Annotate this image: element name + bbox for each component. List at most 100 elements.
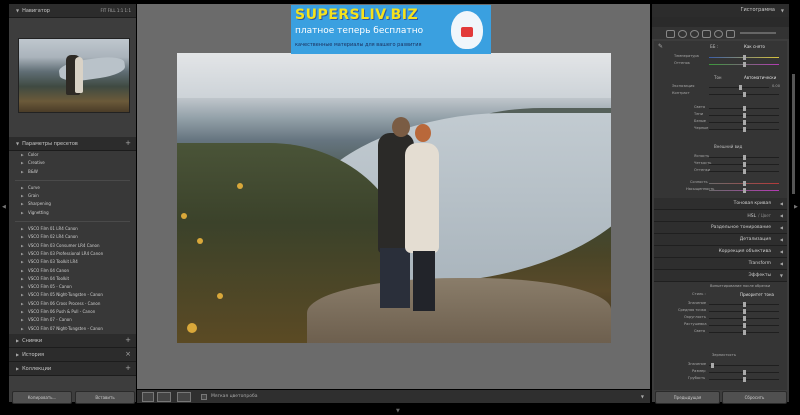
tool-strength-slider[interactable] xyxy=(740,32,776,34)
preset-item[interactable]: ▶ VSCO Film 02 LR4 Canon xyxy=(9,233,136,241)
vignette-style-select[interactable]: Приоритет тона xyxy=(740,292,774,297)
split-toning-panel-header[interactable]: Раздельное тонирование ◀ xyxy=(654,222,787,234)
preset-item[interactable]: ▶ VSCO Film 04 Toolkit xyxy=(9,275,136,283)
photo-woman-legs xyxy=(413,251,435,311)
navigator-header[interactable]: ▼ Навигатор FIT FILL 1:1 1:1 xyxy=(9,4,136,18)
presence-label: Внешний вид xyxy=(714,144,743,149)
vignette-amount-slider[interactable] xyxy=(709,302,779,307)
right-panel-scrollbar[interactable] xyxy=(792,74,795,194)
photo-sky xyxy=(177,53,611,98)
photo-leaf xyxy=(237,183,243,189)
preset-item[interactable]: ▶ VSCO Film 07 - Canon xyxy=(9,316,136,324)
photo-leaf xyxy=(187,323,197,333)
vignette-highlights-slider[interactable] xyxy=(709,330,779,335)
vignette-amount-label: Значение xyxy=(688,301,707,305)
saturation2-slider[interactable] xyxy=(709,188,779,193)
shadows-slider[interactable] xyxy=(709,113,779,118)
clarity-slider[interactable] xyxy=(709,155,779,160)
histogram-header[interactable]: Гистограмма ▼ xyxy=(652,4,789,18)
preset-item[interactable]: ▶ VSCO Film 05 - Canon xyxy=(9,283,136,291)
exposure-value[interactable]: 0.00 xyxy=(772,84,780,88)
preset-item[interactable]: ▶ VSCO Film 01 LR4 Canon xyxy=(9,225,136,233)
preset-item[interactable]: ▶ Creative xyxy=(9,159,136,167)
preset-item[interactable]: ▶ VSCO Film 06 Cross Process - Canon xyxy=(9,300,136,308)
detail-panel-header[interactable]: Детализация ◀ xyxy=(654,234,787,246)
preset-item[interactable]: ▶ Color xyxy=(9,151,136,159)
graduated-filter-icon[interactable] xyxy=(702,30,711,38)
expand-triangle-icon: ▶ xyxy=(16,352,20,357)
preset-item[interactable]: ▶ Vignetting xyxy=(9,209,136,217)
collections-header[interactable]: ▶ Коллекции + xyxy=(9,362,136,376)
copy-button[interactable]: Копировать... xyxy=(12,391,72,404)
expand-triangle-icon: ◀ xyxy=(779,249,783,254)
wb-select[interactable]: Как снято xyxy=(744,44,765,49)
vignette-roundness-label: Округлость xyxy=(684,315,706,319)
tone-curve-panel-header[interactable]: Тоновая кривая ◀ xyxy=(654,198,787,210)
previous-button[interactable]: Предыдущая xyxy=(655,391,720,404)
compare-icon[interactable] xyxy=(177,392,191,402)
clear-history-icon[interactable]: × xyxy=(125,348,131,361)
transform-panel-header[interactable]: Transform ◀ xyxy=(654,258,787,270)
grain-size-slider[interactable] xyxy=(709,370,779,375)
spot-removal-icon[interactable] xyxy=(678,30,687,38)
grain-title: Зернистость xyxy=(712,353,736,357)
vignette-midpoint-slider[interactable] xyxy=(709,309,779,314)
highlights-slider[interactable] xyxy=(709,106,779,111)
dehaze-slider[interactable] xyxy=(709,169,779,174)
lens-panel-header[interactable]: Коррекция объектива ◀ xyxy=(654,246,787,258)
whites-slider[interactable] xyxy=(709,120,779,125)
preset-item[interactable]: ▶ VSCO Film 04 Canon xyxy=(9,267,136,275)
filmstrip-toggle-icon[interactable]: ▼ xyxy=(396,408,400,414)
left-panel-toggle-icon[interactable]: ◀ xyxy=(2,204,6,210)
preset-triangle-icon: ▶ xyxy=(21,318,24,323)
preset-item[interactable]: ▶ VSCO Film 03 Professional LR4 Canon xyxy=(9,250,136,258)
vibrance-slider[interactable] xyxy=(709,162,779,167)
toolbar-menu-icon[interactable]: ▼ xyxy=(641,390,644,403)
hsl-panel-header[interactable]: HSL / Цвет ◀ xyxy=(654,210,787,222)
preset-item[interactable]: ▶ Grain xyxy=(9,192,136,200)
snapshots-header[interactable]: ▶ Снимки + xyxy=(9,334,136,348)
tone-auto-button[interactable]: Автоматически xyxy=(744,75,776,80)
eyedropper-icon[interactable]: ✎ xyxy=(658,43,663,50)
photo-preview[interactable] xyxy=(177,53,611,343)
blacks-slider[interactable] xyxy=(709,127,779,132)
navigator-thumbnail[interactable] xyxy=(18,38,130,113)
brush-icon[interactable] xyxy=(726,30,735,38)
preset-item[interactable]: ▶ VSCO Film 03 Toolkit LR4 xyxy=(9,258,136,266)
preset-item[interactable]: ▶ VSCO Film 06 Push & Pull - Canon xyxy=(9,308,136,316)
vignette-feather-slider[interactable] xyxy=(709,323,779,328)
before-after-icon[interactable] xyxy=(157,392,171,402)
exposure-slider[interactable] xyxy=(709,85,769,90)
saturation-slider[interactable] xyxy=(709,181,779,186)
navigator-zoom-options[interactable]: FIT FILL 1:1 1:1 xyxy=(100,4,131,17)
right-panel-toggle-icon[interactable]: ▶ xyxy=(794,204,798,210)
reset-button[interactable]: Сбросить xyxy=(722,391,787,404)
tint-slider[interactable] xyxy=(709,62,779,67)
preset-item[interactable]: ▶ Sharpening xyxy=(9,200,136,208)
add-preset-icon[interactable]: + xyxy=(125,137,131,150)
paste-button[interactable]: Вставить xyxy=(75,391,135,404)
presets-header[interactable]: ▼ Параметры пресетов + xyxy=(9,137,136,151)
crop-tool-icon[interactable] xyxy=(666,30,675,38)
add-snapshot-icon[interactable]: + xyxy=(125,334,131,347)
tone-label: Тон xyxy=(714,75,722,80)
contrast-slider[interactable] xyxy=(709,92,779,97)
history-header[interactable]: ▶ История × xyxy=(9,348,136,362)
soft-proofing-checkbox[interactable] xyxy=(201,394,207,400)
vignette-roundness-slider[interactable] xyxy=(709,316,779,321)
preset-item[interactable]: ▶ VSCO Film 03 Consumer LR4 Canon xyxy=(9,242,136,250)
radial-filter-icon[interactable] xyxy=(714,30,723,38)
image-canvas[interactable] xyxy=(137,4,650,389)
loupe-view-icon[interactable] xyxy=(142,392,154,402)
preset-label: Sharpening xyxy=(28,201,51,207)
grain-roughness-slider[interactable] xyxy=(709,377,779,382)
preset-item[interactable]: ▶ Curve xyxy=(9,184,136,192)
add-collection-icon[interactable]: + xyxy=(125,362,131,375)
grain-amount-slider[interactable] xyxy=(709,363,779,368)
temperature-slider[interactable] xyxy=(709,55,779,60)
preset-item[interactable]: ▶ VSCO Film 07 Night-Tungsten - Canon xyxy=(9,325,136,333)
effects-panel-header[interactable]: Эффекты ▼ xyxy=(654,270,787,282)
preset-item[interactable]: ▶ VSCO Film 05 Night-Tungsten - Canon xyxy=(9,291,136,299)
red-eye-icon[interactable] xyxy=(690,30,699,38)
preset-item[interactable]: ▶ B&W xyxy=(9,168,136,176)
